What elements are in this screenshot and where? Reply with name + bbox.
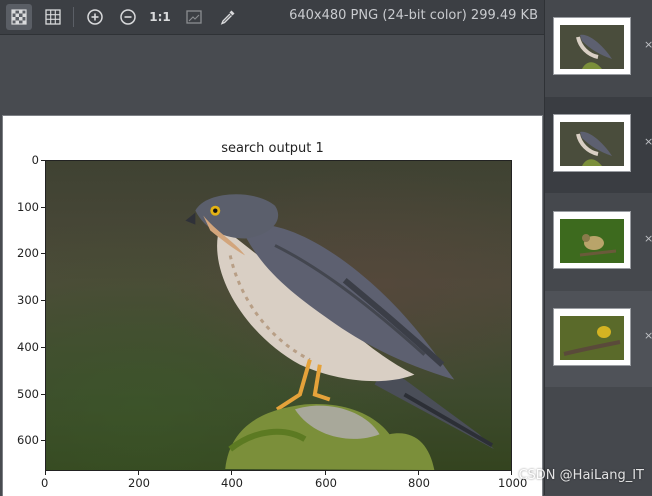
thumbnail-4[interactable]: × <box>545 291 652 387</box>
image-viewport[interactable]: search output 1 0 100 200 300 400 500 60… <box>0 35 544 496</box>
actual-size-button[interactable]: 1:1 <box>147 4 173 30</box>
thumbnail-image-hawk <box>560 25 624 69</box>
y-tick-label: 300 <box>17 293 39 307</box>
x-tick-label: 400 <box>221 476 243 490</box>
zoom-in-icon <box>87 9 103 25</box>
actual-size-label: 1:1 <box>149 10 171 24</box>
image-info-text: 640x480 PNG (24-bit color) 299.49 KB <box>289 8 538 23</box>
close-icon[interactable]: × <box>644 135 652 148</box>
thumbnail-2[interactable]: × <box>545 97 652 193</box>
x-tick <box>511 471 512 475</box>
checkerboard-icon <box>11 9 27 25</box>
fit-window-button[interactable] <box>181 4 207 30</box>
figure-canvas: search output 1 0 100 200 300 400 500 60… <box>2 115 543 496</box>
y-tick-label: 0 <box>31 153 39 167</box>
thumbnail-frame <box>553 114 631 172</box>
thumbnail-image-bird <box>560 316 624 360</box>
x-tick <box>231 471 232 475</box>
checkerboard-button[interactable] <box>6 4 32 30</box>
x-tick <box>325 471 326 475</box>
grid-icon <box>45 9 61 25</box>
y-tick-label: 600 <box>17 433 39 447</box>
y-tick-label: 100 <box>17 200 39 214</box>
x-tick-label: 800 <box>408 476 430 490</box>
x-tick-label: 200 <box>128 476 150 490</box>
x-tick <box>418 471 419 475</box>
zoom-in-button[interactable] <box>82 4 108 30</box>
toolbar-separator <box>73 7 74 27</box>
thumbnail-image-bird <box>560 219 624 263</box>
x-tick <box>45 471 46 475</box>
thumbnail-frame <box>553 17 631 75</box>
image-viewer-window: 1:1 640x480 PNG (24-bit color) 299.49 KB… <box>0 0 652 496</box>
thumbnail-1[interactable]: × <box>545 0 652 96</box>
close-icon[interactable]: × <box>644 329 652 342</box>
hawk-illustration <box>185 194 495 470</box>
photo-hawk <box>45 160 512 471</box>
fit-window-icon <box>186 10 202 24</box>
grid-button[interactable] <box>40 4 66 30</box>
plot-title: search output 1 <box>221 141 324 156</box>
x-tick <box>138 471 139 475</box>
y-tick-label: 200 <box>17 246 39 260</box>
zoom-out-icon <box>120 9 136 25</box>
y-tick-label: 400 <box>17 340 39 354</box>
zoom-out-button[interactable] <box>115 4 141 30</box>
watermark-text: CSDN @HaiLang_IT <box>518 468 644 483</box>
toolbar: 1:1 640x480 PNG (24-bit color) 299.49 KB <box>0 0 544 35</box>
thumbnail-frame <box>553 308 631 366</box>
close-icon[interactable]: × <box>644 38 652 51</box>
thumbnail-image-hawk <box>560 122 624 166</box>
y-tick-label: 500 <box>17 387 39 401</box>
eyedropper-icon <box>220 10 235 25</box>
close-icon[interactable]: × <box>644 232 652 245</box>
x-tick-label: 600 <box>315 476 337 490</box>
thumbnail-panel: × × × × <box>544 0 652 495</box>
eyedropper-button[interactable] <box>215 4 241 30</box>
x-tick-label: 0 <box>41 476 49 490</box>
thumbnail-frame <box>553 211 631 269</box>
thumbnail-3[interactable]: × <box>545 194 652 290</box>
